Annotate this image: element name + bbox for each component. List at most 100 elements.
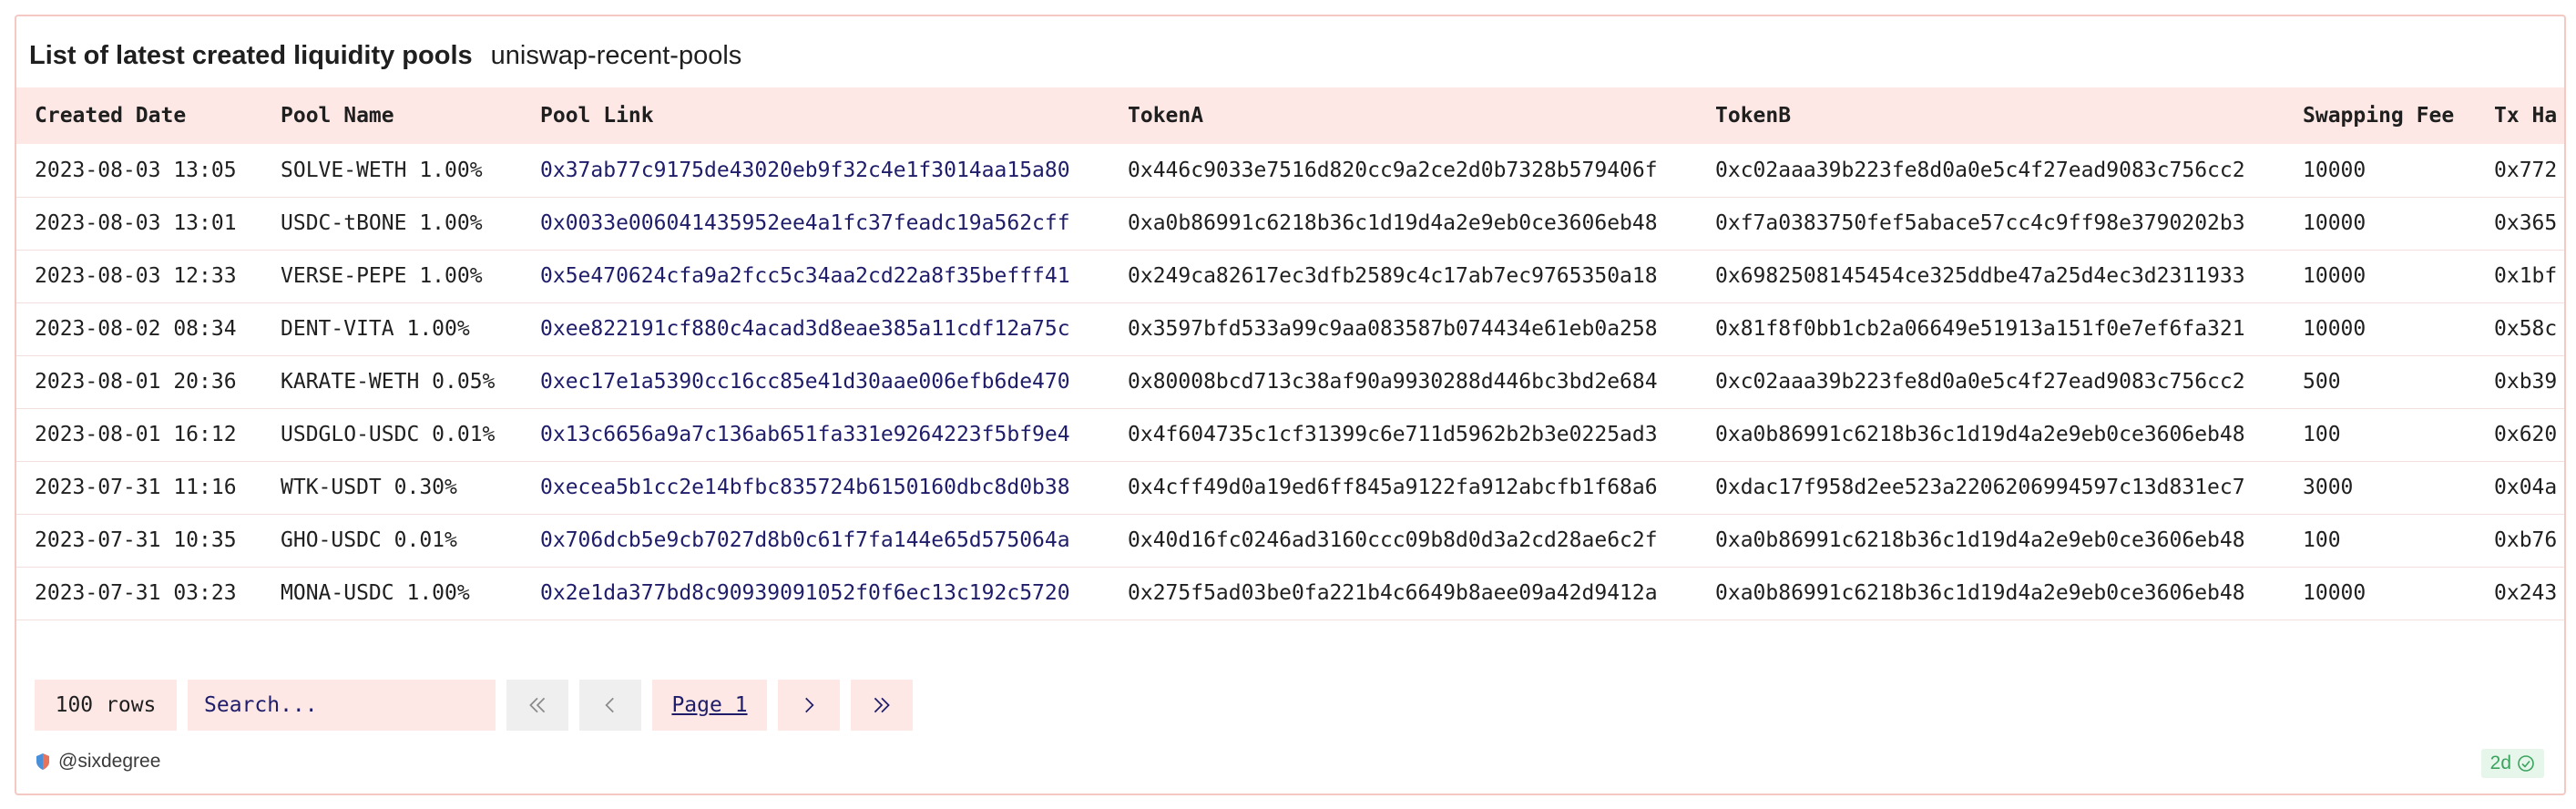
last-page-button[interactable] bbox=[851, 680, 913, 731]
cell-pool-link[interactable]: 0xec17e1a5390cc16cc85e41d30aae006efb6de4… bbox=[522, 355, 1109, 408]
chevron-right-icon bbox=[805, 697, 814, 713]
column-header-pool-link[interactable]: Pool Link bbox=[522, 87, 1109, 144]
cell-token-b: 0xc02aaa39b223fe8d0a0e5c4f27ead9083c756c… bbox=[1715, 370, 2245, 394]
table-row[interactable]: 2023-08-03 13:05 SOLVE-WETH 1.00% 0x37ab77… bbox=[16, 144, 2564, 197]
cell-token-a: 0x3597bfd533a99c9aa083587b074434e61eb0a2… bbox=[1128, 317, 1658, 341]
rows-count: 100 rows bbox=[35, 680, 177, 731]
cell-swapping-fee: 3000 bbox=[2303, 476, 2354, 499]
cell-token-b: 0x81f8f0bb1cb2a06649e51913a151f0e7ef6fa3… bbox=[1715, 317, 2245, 341]
column-header-swapping-fee[interactable]: Swapping Fee bbox=[2285, 87, 2476, 144]
cell-created-date: 2023-07-31 11:16 bbox=[35, 476, 237, 499]
cell-tx-hash: 0xb39 bbox=[2494, 370, 2558, 394]
cell-swapping-fee: 10000 bbox=[2285, 620, 2476, 634]
query-title: List of latest created liquidity pools bbox=[29, 40, 473, 70]
cell-created-date: 2023-08-01 16:12 bbox=[35, 423, 237, 446]
shield-icon bbox=[36, 753, 49, 770]
cell-created-date: 2023-08-02 08:34 bbox=[35, 317, 237, 341]
cell-pool-name: MONA-USDC 1.00% bbox=[281, 581, 470, 605]
cell-token-a: 0x40d16fc0246ad3160ccc09b8d0d3a2cd28ae6c… bbox=[1128, 528, 1658, 552]
cell-pool-name: KARATE-WETH 0.05% bbox=[281, 370, 496, 394]
cell-token-a: 0x446c9033e7516d820cc9a2ce2d0b7328b57940… bbox=[1128, 158, 1658, 182]
search-input[interactable]: Search... bbox=[188, 680, 496, 731]
cell-pool-link[interactable]: 0x2e1da377bd8c90939091052f0f6ec13c192c57… bbox=[522, 567, 1109, 620]
cell-swapping-fee: 10000 bbox=[2303, 264, 2366, 288]
table-row[interactable]: 2023-07-31 11:16 WTK-USDT 0.30% 0xecea5b1c… bbox=[16, 461, 2564, 514]
cell-tx-hash: 0x58c bbox=[2494, 317, 2558, 341]
cell-token-b: 0xa0b86991c6218b36c1d19d4a2e9eb0ce3606eb… bbox=[1715, 528, 2245, 552]
table-row[interactable]: 2023-08-01 16:12 USDGLO-USDC 0.01% 0x13c66… bbox=[16, 408, 2564, 461]
first-page-button[interactable] bbox=[506, 680, 568, 731]
cell-tx-hash: 0xe3d bbox=[2476, 620, 2564, 634]
cell-created-date: 2023-07-31 10:35 bbox=[35, 528, 237, 552]
cell-tx-hash: 0xb76 bbox=[2494, 528, 2558, 552]
results-table-container[interactable]: Created Date Pool Name Pool Link TokenA … bbox=[16, 87, 2564, 634]
cell-pool-link[interactable]: 0xee822191cf880c4acad3d8eae385a11cdf12a7… bbox=[522, 302, 1109, 355]
column-header-pool-name[interactable]: Pool Name bbox=[262, 87, 522, 144]
table-row[interactable]: 2023-07-30 15:10WBNB-WETH 1.00%0x12d92d6… bbox=[16, 620, 2564, 634]
cell-token-a: 0x275f5ad03be0fa221b4c6649b8aee09a42d941… bbox=[1128, 581, 1658, 605]
cell-token-b: 0xa0b86991c6218b36c1d19d4a2e9eb0ce3606eb… bbox=[1715, 581, 2245, 605]
cell-pool-link[interactable]: 0x5e470624cfa9a2fcc5c34aa2cd22a8f35befff… bbox=[522, 250, 1109, 302]
previous-page-button[interactable] bbox=[579, 680, 641, 731]
cell-swapping-fee: 100 bbox=[2303, 423, 2341, 446]
table-row[interactable]: 2023-08-01 20:36 KARATE-WETH 0.05% 0xec17e… bbox=[16, 355, 2564, 408]
current-page-link[interactable]: Page 1 bbox=[652, 680, 767, 731]
next-page-button[interactable] bbox=[778, 680, 840, 731]
chevron-left-icon bbox=[605, 697, 614, 713]
cell-pool-link[interactable]: 0x37ab77c9175de43020eb9f32c4e1f3014aa15a… bbox=[522, 144, 1109, 197]
cell-token-a: 0x4f604735c1cf31399c6e711d5962b2b3e0225a… bbox=[1128, 423, 1658, 446]
cell-pool-link[interactable]: 0xecea5b1cc2e14bfbc835724b6150160dbc8d0b… bbox=[522, 461, 1109, 514]
cell-token-a: 0x80008bcd713c38af90a9930288d446bc3bd2e6… bbox=[1128, 370, 1658, 394]
cell-pool-link[interactable]: 0x0033e006041435952ee4a1fc37feadc19a562c… bbox=[522, 197, 1109, 250]
table-row[interactable]: 2023-07-31 03:23 MONA-USDC 1.00% 0x2e1da37… bbox=[16, 567, 2564, 620]
results-table: Created Date Pool Name Pool Link TokenA … bbox=[16, 87, 2564, 634]
check-circle-icon bbox=[2518, 755, 2534, 772]
query-card: List of latest created liquidity pools u… bbox=[15, 15, 2566, 795]
table-row[interactable]: 2023-08-03 12:33 VERSE-PEPE 1.00% 0x5e4706… bbox=[16, 250, 2564, 302]
author-link[interactable]: @sixdegree bbox=[35, 751, 160, 773]
cell-created-date: 2023-08-03 12:33 bbox=[35, 264, 237, 288]
cell-pool-name: DENT-VITA 1.00% bbox=[281, 317, 470, 341]
cell-tx-hash: 0x365 bbox=[2494, 211, 2558, 235]
column-header-tx-hash[interactable]: Tx Ha bbox=[2476, 87, 2564, 144]
author-name: @sixdegree bbox=[58, 751, 161, 772]
cell-token-a: 0xa0b86991c6218b36c1d19d4a2e9eb0ce3606eb… bbox=[1128, 211, 1658, 235]
cell-pool-name: USDGLO-USDC 0.01% bbox=[281, 423, 496, 446]
cell-pool-name: SOLVE-WETH 1.00% bbox=[281, 158, 483, 182]
double-chevron-left-icon bbox=[529, 697, 546, 713]
cell-created-date: 2023-07-30 15:10 bbox=[16, 620, 262, 634]
cell-tx-hash: 0x243 bbox=[2494, 581, 2558, 605]
cell-token-b: 0x6982508145454ce325ddbe47a25d4ec3d23119… bbox=[1715, 264, 2245, 288]
cell-token-b: 0xdac17f958d2ee523a2206206994597c13d831e… bbox=[1715, 476, 2245, 499]
double-chevron-right-icon bbox=[874, 697, 890, 713]
cell-tx-hash: 0x04a bbox=[2494, 476, 2558, 499]
cell-created-date: 2023-07-31 03:23 bbox=[35, 581, 237, 605]
table-row[interactable]: 2023-07-31 10:35 GHO-USDC 0.01% 0x706dcb5e… bbox=[16, 514, 2564, 567]
table-row[interactable]: 2023-08-02 08:34 DENT-VITA 1.00% 0xee82219… bbox=[16, 302, 2564, 355]
cell-token-b: 0xf7a0383750fef5abace57cc4c9ff98e3790202… bbox=[1715, 211, 2245, 235]
cell-pool-link[interactable]: 0x12d92d69c6de36d972e2c1046e615b7f53bf9c… bbox=[522, 620, 1109, 634]
cell-token-b: 0xc02aaa39b223fe8d0a0e5c4f27ead9083c756c… bbox=[1697, 620, 2285, 634]
cell-swapping-fee: 10000 bbox=[2303, 158, 2366, 182]
column-header-created-date[interactable]: Created Date bbox=[16, 87, 262, 144]
cell-tx-hash: 0x1bf bbox=[2494, 264, 2558, 288]
cell-swapping-fee: 100 bbox=[2303, 528, 2341, 552]
column-header-token-a[interactable]: TokenA bbox=[1109, 87, 1697, 144]
query-slug[interactable]: uniswap-recent-pools bbox=[491, 41, 742, 71]
table-row[interactable]: 2023-08-03 13:01 USDC-tBONE 1.00% 0x0033e0… bbox=[16, 197, 2564, 250]
cell-swapping-fee: 10000 bbox=[2303, 211, 2366, 235]
cell-created-date: 2023-08-01 20:36 bbox=[35, 370, 237, 394]
freshness-badge[interactable]: 2d bbox=[2480, 749, 2544, 778]
freshness-age: 2d bbox=[2489, 753, 2511, 773]
table-header-row: Created Date Pool Name Pool Link TokenA … bbox=[16, 87, 2564, 144]
cell-swapping-fee: 500 bbox=[2303, 370, 2341, 394]
cell-pool-name: USDC-tBONE 1.00% bbox=[281, 211, 483, 235]
cell-created-date: 2023-08-03 13:05 bbox=[35, 158, 237, 182]
cell-pool-link[interactable]: 0x706dcb5e9cb7027d8b0c61f7fa144e65d57506… bbox=[522, 514, 1109, 567]
cell-token-b: 0xa0b86991c6218b36c1d19d4a2e9eb0ce3606eb… bbox=[1715, 423, 2245, 446]
cell-pool-link[interactable]: 0x13c6656a9a7c136ab651fa331e9264223f5bf9… bbox=[522, 408, 1109, 461]
cell-token-b: 0xc02aaa39b223fe8d0a0e5c4f27ead9083c756c… bbox=[1715, 158, 2245, 182]
cell-pool-name: WBNB-WETH 1.00% bbox=[262, 620, 522, 634]
column-header-token-b[interactable]: TokenB bbox=[1697, 87, 2285, 144]
cell-swapping-fee: 10000 bbox=[2303, 581, 2366, 605]
